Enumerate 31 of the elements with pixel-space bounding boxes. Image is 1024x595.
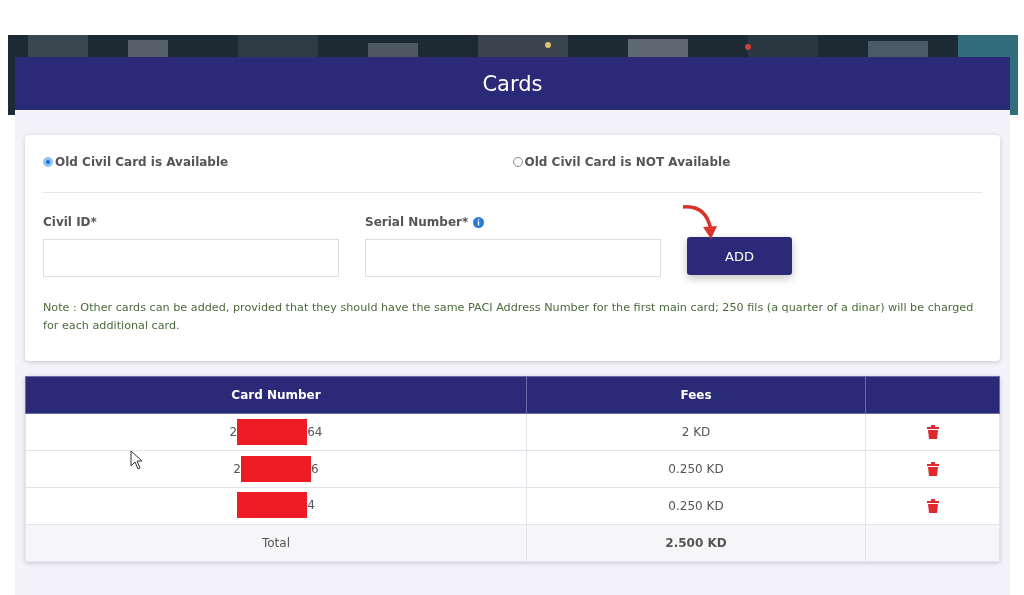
trash-icon[interactable] [926,462,939,477]
card-number-fragment: 4 [307,497,315,512]
radio-button[interactable] [43,157,53,167]
radio-label[interactable]: Old Civil Card is NOT Available [524,155,731,169]
add-button[interactable]: ADD [687,237,792,275]
table-cell: 0.250 KD [526,487,866,525]
table-cell: Total [25,524,527,562]
input-field[interactable] [365,239,661,277]
note-text: Note : Other cards can be added, provided that they should have the same PACI Address Number for the first main card; 250 fils (a quarter of a dinar) will be charged for each additional card. [43,300,975,334]
trash-icon[interactable] [926,499,939,514]
info-icon[interactable] [473,216,485,228]
redaction-bar [237,419,308,445]
card-number-fragment: 2 [233,462,241,476]
column-header: Card Number [25,376,527,414]
trash-icon[interactable] [926,425,939,440]
redaction-bar [241,456,311,482]
field-label: Civil ID* [43,215,97,229]
radio-label[interactable]: Old Civil Card is Available [55,155,229,169]
table-cell: 2 KD [526,413,866,451]
input-field[interactable] [43,239,339,277]
radio-button[interactable] [512,157,523,167]
mouse-cursor-icon [130,450,144,470]
table-cell: 0.250 KD [526,450,866,488]
table-cell: 2.500 KD [526,524,866,562]
card-number-fragment: 6 [311,462,319,476]
column-header: Fees [526,376,866,414]
redaction-bar [237,491,308,518]
card-number-fragment: 64 [307,425,323,439]
card-number-fragment: 2 [229,425,238,439]
page-title: Cards [482,71,543,96]
field-label: Serial Number* [365,215,469,229]
